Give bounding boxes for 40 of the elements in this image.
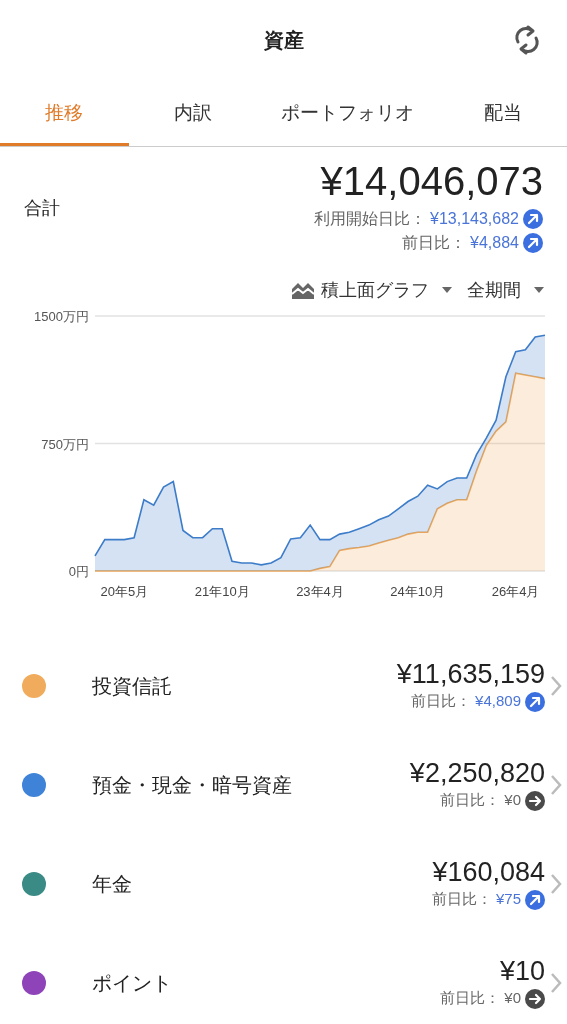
- change-label: 利用開始日比：: [314, 209, 426, 229]
- tab[interactable]: 内訳: [128, 80, 258, 146]
- asset-amount: ¥11,635,159: [396, 657, 545, 690]
- axis-label: 20年5月: [100, 584, 149, 599]
- change-label: 前日比：: [440, 988, 501, 1009]
- area-chart-icon: [291, 280, 315, 300]
- asset-name: 預金・現金・暗号資産: [92, 772, 293, 798]
- change-value: ¥0: [504, 790, 521, 811]
- axis-label: 1500万円: [34, 309, 89, 324]
- change-value: ¥4,884: [470, 233, 519, 253]
- axis-label: 21年10月: [194, 584, 250, 599]
- asset-amount: ¥160,084: [432, 855, 545, 888]
- asset-amount: ¥2,250,820: [409, 756, 545, 789]
- period-dropdown[interactable]: 全期間: [467, 276, 545, 304]
- axis-label: 26年4月: [491, 584, 540, 599]
- change-value: ¥75: [495, 889, 521, 910]
- tab[interactable]: ポートフォリオ: [257, 80, 439, 146]
- change-label: 前日比：: [431, 889, 492, 910]
- change-value: ¥4,809: [475, 691, 521, 712]
- chart-type-dropdown[interactable]: 積上面グラフ: [291, 276, 453, 304]
- screen-title: 資産: [263, 28, 304, 53]
- axis-label: 24年10月: [390, 584, 446, 599]
- axis-label: 23年4月: [296, 584, 344, 599]
- asset-name: ポイント: [92, 970, 173, 996]
- change-label: 前日比：: [411, 691, 472, 712]
- asset-name: 年金: [92, 871, 133, 897]
- caret-icon: [533, 286, 545, 294]
- change-label: 前日比：: [440, 790, 501, 811]
- refresh-icon[interactable]: [513, 24, 541, 56]
- asset-amount: ¥10: [499, 954, 545, 987]
- axis-label: 750万円: [41, 436, 89, 452]
- caret-icon: [441, 286, 453, 294]
- change-label: 前日比：: [402, 233, 467, 253]
- tab[interactable]: 配当: [438, 80, 567, 146]
- total-label: 合計: [24, 197, 60, 220]
- total-amount: ¥14,046,073: [320, 158, 543, 205]
- change-value: ¥0: [504, 988, 521, 1009]
- change-value: ¥13,143,682: [430, 209, 519, 229]
- axis-label: 0円: [68, 564, 89, 579]
- asset-name: 投資信託: [92, 673, 173, 699]
